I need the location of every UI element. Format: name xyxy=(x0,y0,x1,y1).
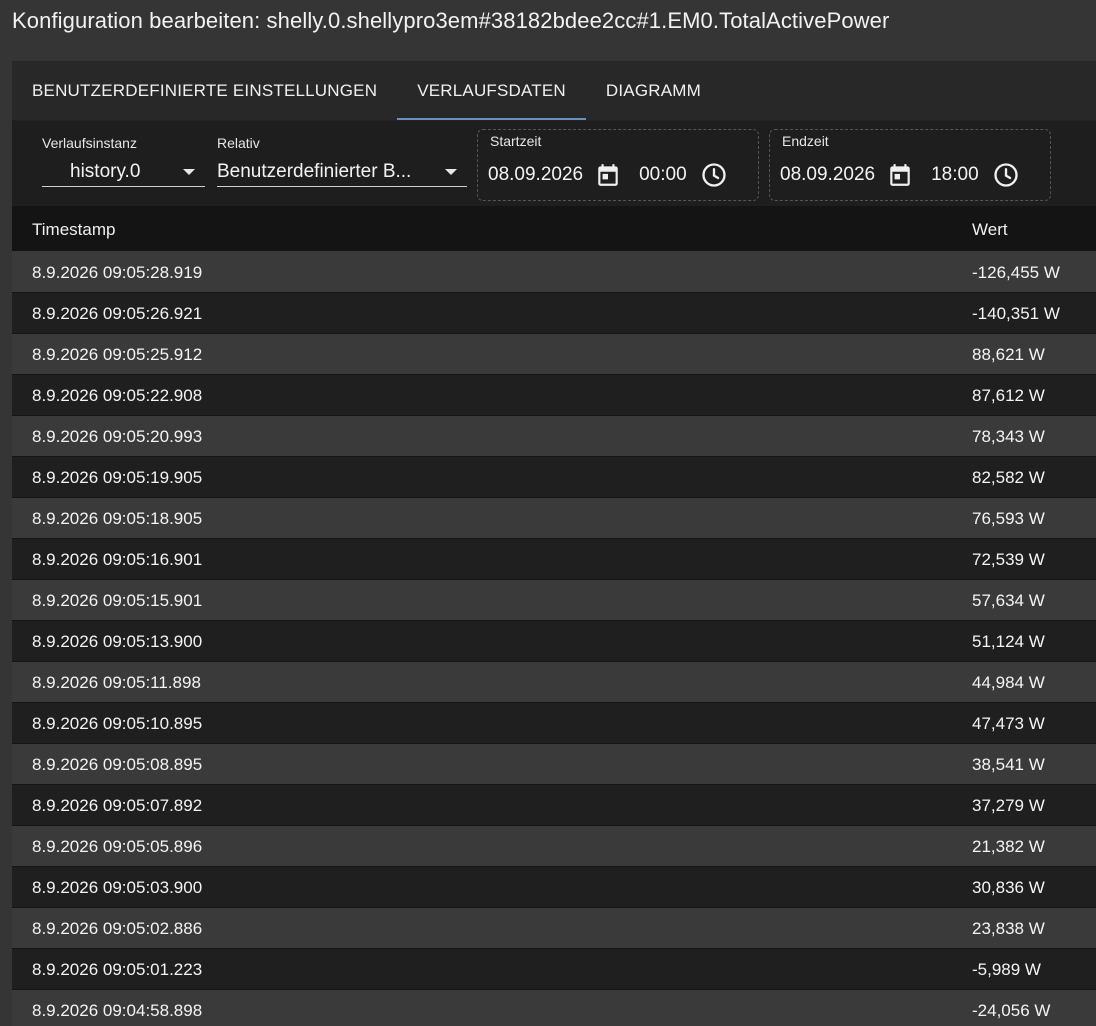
tab-bar: Benutzerdefinierte Einstellungen Verlauf… xyxy=(12,61,1096,121)
end-date-input[interactable]: 08.09.2026 xyxy=(780,164,875,186)
table-row[interactable]: 8.9.2026 09:05:25.912 88,621 W xyxy=(12,334,1096,375)
table-row[interactable]: 8.9.2026 09:05:28.919 -126,455 W xyxy=(12,252,1096,293)
dropdown-caret-icon xyxy=(445,169,457,175)
cell-value: 78,343 W xyxy=(972,427,1045,446)
cell-value: 23,838 W xyxy=(972,919,1045,938)
column-header-value[interactable]: Wert xyxy=(972,220,1008,240)
table-row[interactable]: 8.9.2026 09:04:58.898 -24,056 W xyxy=(12,990,1096,1026)
cell-timestamp: 8.9.2026 09:05:03.900 xyxy=(32,878,203,897)
cell-timestamp: 8.9.2026 09:05:08.895 xyxy=(32,755,203,774)
history-toolbar: Verlaufsinstanz history.0 Relativ Benutz… xyxy=(12,121,1096,206)
cell-timestamp: 8.9.2026 09:05:22.908 xyxy=(32,386,203,405)
cell-value: 21,382 W xyxy=(972,837,1045,856)
cell-timestamp: 8.9.2026 09:05:07.892 xyxy=(32,796,203,815)
cell-timestamp: 8.9.2026 09:05:19.905 xyxy=(32,468,203,487)
cell-timestamp: 8.9.2026 09:05:26.921 xyxy=(32,304,203,323)
end-time-group: Endzeit 08.09.2026 18:00 xyxy=(769,129,1051,201)
dialog-title: Konfiguration bearbeiten: shelly.0.shell… xyxy=(12,8,890,33)
cell-value: 87,612 W xyxy=(972,386,1045,405)
cell-timestamp: 8.9.2026 09:05:13.900 xyxy=(32,632,203,651)
start-time-group: Startzeit 08.09.2026 00:00 xyxy=(477,129,759,201)
start-time-input[interactable]: 00:00 xyxy=(639,164,687,186)
tab-chart[interactable]: Diagramm xyxy=(586,61,721,120)
instance-select[interactable]: history.0 xyxy=(42,157,205,187)
cell-value: 76,593 W xyxy=(972,509,1045,528)
table-row[interactable]: 8.9.2026 09:05:20.993 78,343 W xyxy=(12,416,1096,457)
column-header-timestamp[interactable]: Timestamp xyxy=(32,220,115,240)
clock-icon[interactable] xyxy=(700,161,728,189)
cell-value: -5,989 W xyxy=(972,960,1041,979)
relative-select[interactable]: Benutzerdefinierter B... xyxy=(217,157,467,187)
end-time-input[interactable]: 18:00 xyxy=(931,164,979,186)
clock-icon[interactable] xyxy=(992,161,1020,189)
cell-timestamp: 8.9.2026 09:05:11.898 xyxy=(32,673,201,692)
tab-custom-settings[interactable]: Benutzerdefinierte Einstellungen xyxy=(12,61,397,120)
table-row[interactable]: 8.9.2026 09:05:13.900 51,124 W xyxy=(12,621,1096,662)
start-date-input[interactable]: 08.09.2026 xyxy=(488,164,583,186)
end-time-label: Endzeit xyxy=(782,133,829,149)
start-time-label: Startzeit xyxy=(490,133,542,149)
cell-timestamp: 8.9.2026 09:05:28.919 xyxy=(32,263,203,282)
table-row[interactable]: 8.9.2026 09:05:01.223 -5,989 W xyxy=(12,949,1096,990)
table-row[interactable]: 8.9.2026 09:05:19.905 82,582 W xyxy=(12,457,1096,498)
cell-timestamp: 8.9.2026 09:05:16.901 xyxy=(32,550,203,569)
cell-timestamp: 8.9.2026 09:05:01.223 xyxy=(32,960,203,979)
cell-value: 37,279 W xyxy=(972,796,1045,815)
cell-timestamp: 8.9.2026 09:05:15.901 xyxy=(32,591,203,610)
cell-timestamp: 8.9.2026 09:05:02.886 xyxy=(32,919,203,938)
relative-select-group: Relativ Benutzerdefinierter B... xyxy=(217,135,467,187)
cell-timestamp: 8.9.2026 09:05:25.912 xyxy=(32,345,203,364)
cell-timestamp: 8.9.2026 09:05:18.905 xyxy=(32,509,203,528)
instance-select-label: Verlaufsinstanz xyxy=(42,135,137,151)
table-row[interactable]: 8.9.2026 09:05:26.921 -140,351 W xyxy=(12,293,1096,334)
table-body: 8.9.2026 09:05:28.919 -126,455 W 8.9.2026 … xyxy=(12,252,1096,1026)
instance-select-group: Verlaufsinstanz history.0 xyxy=(42,135,205,187)
cell-timestamp: 8.9.2026 09:05:10.895 xyxy=(32,714,203,733)
cell-value: 51,124 W xyxy=(972,632,1045,651)
cell-timestamp: 8.9.2026 09:05:20.993 xyxy=(32,427,203,446)
cell-value: -140,351 W xyxy=(972,304,1060,323)
table-header: Timestamp Wert xyxy=(12,206,1096,252)
dropdown-caret-icon xyxy=(183,169,195,175)
instance-select-value: history.0 xyxy=(70,160,141,182)
cell-value: 38,541 W xyxy=(972,755,1045,774)
cell-timestamp: 8.9.2026 09:05:05.896 xyxy=(32,837,203,856)
calendar-icon[interactable] xyxy=(595,162,621,188)
cell-value: -126,455 W xyxy=(972,263,1060,282)
cell-value: 72,539 W xyxy=(972,550,1045,569)
cell-value: 82,582 W xyxy=(972,468,1045,487)
cell-timestamp: 8.9.2026 09:04:58.898 xyxy=(32,1001,203,1020)
cell-value: 47,473 W xyxy=(972,714,1045,733)
table-row[interactable]: 8.9.2026 09:05:05.896 21,382 W xyxy=(12,826,1096,867)
table-row[interactable]: 8.9.2026 09:05:03.900 30,836 W xyxy=(12,867,1096,908)
cell-value: -24,056 W xyxy=(972,1001,1051,1020)
table-row[interactable]: 8.9.2026 09:05:08.895 38,541 W xyxy=(12,744,1096,785)
table-row[interactable]: 8.9.2026 09:05:07.892 37,279 W xyxy=(12,785,1096,826)
table-row[interactable]: 8.9.2026 09:05:02.886 23,838 W xyxy=(12,908,1096,949)
table-row[interactable]: 8.9.2026 09:05:22.908 87,612 W xyxy=(12,375,1096,416)
cell-value: 30,836 W xyxy=(972,878,1045,897)
dialog-panel: Benutzerdefinierte Einstellungen Verlauf… xyxy=(12,61,1096,1026)
calendar-icon[interactable] xyxy=(887,162,913,188)
table-row[interactable]: 8.9.2026 09:05:18.905 76,593 W xyxy=(12,498,1096,539)
cell-value: 57,634 W xyxy=(972,591,1045,610)
cell-value: 88,621 W xyxy=(972,345,1045,364)
relative-select-label: Relativ xyxy=(217,135,260,151)
table-row[interactable]: 8.9.2026 09:05:10.895 47,473 W xyxy=(12,703,1096,744)
table-row[interactable]: 8.9.2026 09:05:11.898 44,984 W xyxy=(12,662,1096,703)
relative-select-value: Benutzerdefinierter B... xyxy=(217,160,412,182)
tab-history-data[interactable]: Verlaufsdaten xyxy=(397,61,586,120)
cell-value: 44,984 W xyxy=(972,673,1045,692)
table-row[interactable]: 8.9.2026 09:05:15.901 57,634 W xyxy=(12,580,1096,621)
table-row[interactable]: 8.9.2026 09:05:16.901 72,539 W xyxy=(12,539,1096,580)
